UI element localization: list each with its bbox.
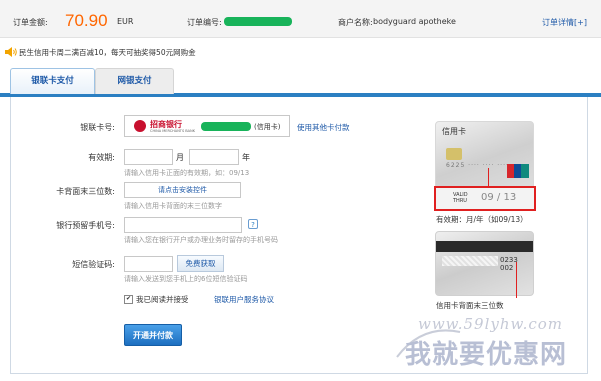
card-back-illustration: 0233 002 <box>435 231 534 296</box>
merchant-name: bodyguard apotheke <box>373 17 456 26</box>
cvv-hint: 请输入信用卡背面的末三位数字 <box>124 202 222 210</box>
tab-unionpay-card[interactable]: 银联卡支付 <box>10 68 95 94</box>
year-unit: 年 <box>242 153 250 162</box>
valid-thru-label: VALID THRU <box>453 192 468 204</box>
order-amount: 70.90 <box>65 11 108 30</box>
expiry-year-input[interactable] <box>189 149 239 165</box>
watermark-text: 我就要优惠网 <box>405 340 568 370</box>
chip-icon <box>446 148 462 160</box>
payment-tabs: 银联卡支付 网银支付 <box>0 68 601 97</box>
use-other-card-link[interactable]: 使用其他卡付款 <box>297 122 350 133</box>
cvv-label: 卡背面末三位数: <box>56 187 115 196</box>
card-number-display: 招商银行 CHINA MERCHANTS BANK (信用卡) <box>124 115 290 137</box>
promo-notice: 民生信用卡周二满百减10，每天可抽奖得50元网购金 <box>0 45 601 59</box>
expiry-label: 有效期: <box>88 153 115 162</box>
card-number-redaction <box>201 122 251 131</box>
cvv-caption: 信用卡背面末三位数 <box>436 301 504 310</box>
expiry-caption: 有效期：月/年（如09/13） <box>436 215 528 224</box>
sms-code-input[interactable] <box>124 256 173 272</box>
expiry-month-input[interactable] <box>124 149 173 165</box>
phone-input[interactable] <box>124 217 242 233</box>
currency: EUR <box>117 17 134 26</box>
expiry-hint: 请输入信用卡正面的有效期，如：09/13 <box>124 169 250 177</box>
sms-code-label: 短信验证码: <box>72 260 115 269</box>
help-icon[interactable]: ? <box>248 219 258 229</box>
bank-english-name: CHINA MERCHANTS BANK <box>150 129 195 133</box>
card-front-title: 信用卡 <box>442 127 466 136</box>
watermark-url: www.59lyhw.com <box>418 315 564 333</box>
phone-label: 银行预留手机号: <box>56 221 115 230</box>
tab-online-banking[interactable]: 网银支付 <box>95 68 174 94</box>
callout-line-expiry <box>488 168 489 188</box>
valid-thru-date: 09 / 13 <box>481 192 517 203</box>
amount-label: 订单金额: <box>13 18 48 27</box>
card-number-label: 银联卡号: <box>80 123 115 132</box>
order-number-label: 订单编号: <box>187 18 222 27</box>
signature-panel <box>442 256 498 266</box>
service-agreement-link[interactable]: 银联用户服务协议 <box>214 294 274 305</box>
promo-text: 民生信用卡周二满百减10，每天可抽奖得50元网购金 <box>19 48 196 57</box>
speaker-icon <box>5 47 17 57</box>
activate-and-pay-button[interactable]: 开通并付款 <box>124 324 182 346</box>
bank-logo-icon <box>134 120 146 132</box>
order-detail-link[interactable]: 订单详情[+] <box>542 17 587 28</box>
merchant-label: 商户名称: <box>338 18 373 27</box>
sms-hint: 请输入发送到您手机上的6位短信验证码 <box>124 275 248 283</box>
get-sms-code-button[interactable]: 免费获取 <box>177 255 224 272</box>
magnetic-stripe <box>436 241 533 252</box>
phone-hint: 请输入您在银行开户或办理业务时留存的手机号码 <box>124 236 278 244</box>
card-type: (信用卡) <box>254 123 281 131</box>
order-summary-bar: 订单金额: 70.90 EUR 订单编号: 商户名称: bodyguard ap… <box>0 0 601 38</box>
install-plugin-button[interactable]: 请点击安装控件 <box>124 182 241 198</box>
agree-checkbox[interactable]: ✔ <box>124 295 133 304</box>
agree-text: 我已阅读并接受 <box>136 295 189 304</box>
card-front-number: 6225 ···· ···· ···· <box>446 162 509 169</box>
order-number-redaction <box>224 17 292 26</box>
unionpay-logo-icon <box>507 164 529 178</box>
callout-line-cvv <box>516 262 517 298</box>
month-unit: 月 <box>176 153 184 162</box>
